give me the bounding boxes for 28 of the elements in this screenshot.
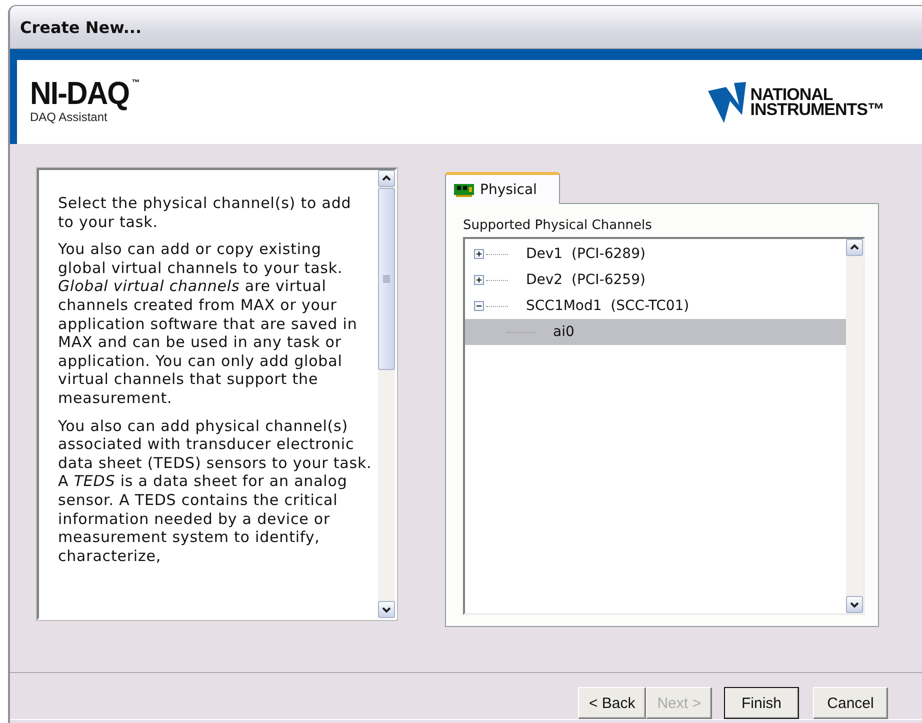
trademark-mark: ™ [132,78,140,87]
product-name: NI-DAQ [30,76,130,110]
expand-icon[interactable] [474,249,484,259]
tree-label: Supported Physical Channels [463,218,653,233]
tree-item[interactable]: Dev1 (PCI-6289) [465,241,846,267]
scroll-up-icon[interactable] [846,239,863,256]
circuit-board-icon [454,182,474,196]
wizard-button[interactable]: Cancel [813,687,888,719]
window-title: Create New... [10,6,922,49]
help-paragraph: You also can add or copy existing global virtual channels to your task. Global virtual channels are virtual channels created from MAX or your application software that are saved in MAX and can be used in any task or application. You can only add global virtual channels that support the measurement. [58,240,358,408]
tree-item[interactable]: ai0 [465,319,846,345]
tree-item[interactable]: Dev2 (PCI-6259) [465,267,846,293]
expand-icon[interactable] [474,275,484,285]
help-paragraph: You also can add physical channel(s) associated with transducer electronic data sheet (TEDS) sensors to your task. A TEDS is a data sheet for an analog sensor. A TEDS contains the critical information needed by a device or measurement system to identify, characterize, [58,416,372,566]
wizard-button[interactable]: Finish [724,687,799,719]
scroll-down-icon[interactable] [846,596,863,613]
wizard-button[interactable]: < Back [578,687,646,719]
help-paragraph: Select the physical channel(s) to add to your task. [58,194,352,232]
product-subtitle: DAQ Assistant [30,110,108,124]
logo-text: NATIONAL [750,87,833,102]
logo-text: INSTRUMENTS™ [750,102,884,117]
scrollbar-thumb[interactable] [378,188,395,370]
scroll-up-icon[interactable] [378,170,395,187]
logo-emblem-icon [706,79,748,125]
collapse-icon[interactable] [474,301,484,311]
tab[interactable]: Physical [445,172,560,204]
tree-item[interactable]: SCC1Mod1 (SCC-TC01) [465,293,846,319]
scroll-down-icon[interactable] [378,601,395,618]
